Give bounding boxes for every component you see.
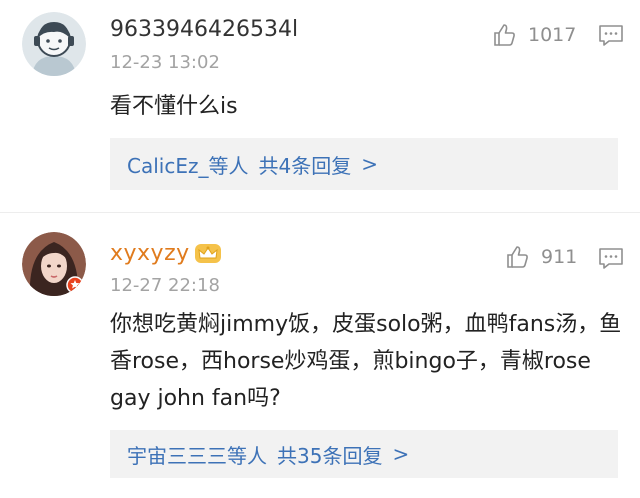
comment-item: 9633946426534l 12-23 13:02 1017 看不懂什么is … [0,0,640,212]
comment-menu-icon[interactable] [598,247,624,271]
chevron-right-icon: > [392,442,410,466]
reply-summary[interactable]: 宇宙三三三等人 共35条回复 > [110,430,618,478]
comment-item: xyxyzy 12-27 22:18 911 你想吃黄焖jimmy饭，皮蛋sol… [0,214,640,498]
like-button[interactable]: 1017 [492,22,576,48]
like-button[interactable]: 911 [505,244,577,270]
reply-count: 共35条回复 [277,443,383,468]
username[interactable]: xyxyzy [110,241,190,266]
reply-users: 宇宙三三三等人 [127,443,267,468]
comment-text: 看不懂什么is [110,94,238,119]
like-count: 1017 [528,24,577,46]
chevron-right-icon: > [361,152,378,176]
avatar[interactable] [22,12,86,76]
divider [0,212,640,213]
comment-menu-icon[interactable] [598,24,624,48]
vip-crown-icon[interactable] [194,241,222,265]
avatar[interactable] [22,232,86,296]
reply-summary[interactable]: CalicEz_等人 共4条回复 > [110,138,618,190]
timestamp: 12-27 22:18 [110,275,220,296]
verified-badge-icon [66,276,84,294]
timestamp: 12-23 13:02 [110,52,220,73]
thumbs-up-icon [507,246,528,268]
thumbs-up-icon [494,24,515,46]
reply-count: 共4条回复 [258,153,352,178]
username[interactable]: 9633946426534l [110,17,298,42]
reply-users: CalicEz_等人 [127,153,249,178]
like-count: 911 [541,246,578,268]
comment-text: 你想吃黄焖jimmy饭，皮蛋solo粥，血鸭fans汤，鱼香rose，西hors… [110,312,622,411]
